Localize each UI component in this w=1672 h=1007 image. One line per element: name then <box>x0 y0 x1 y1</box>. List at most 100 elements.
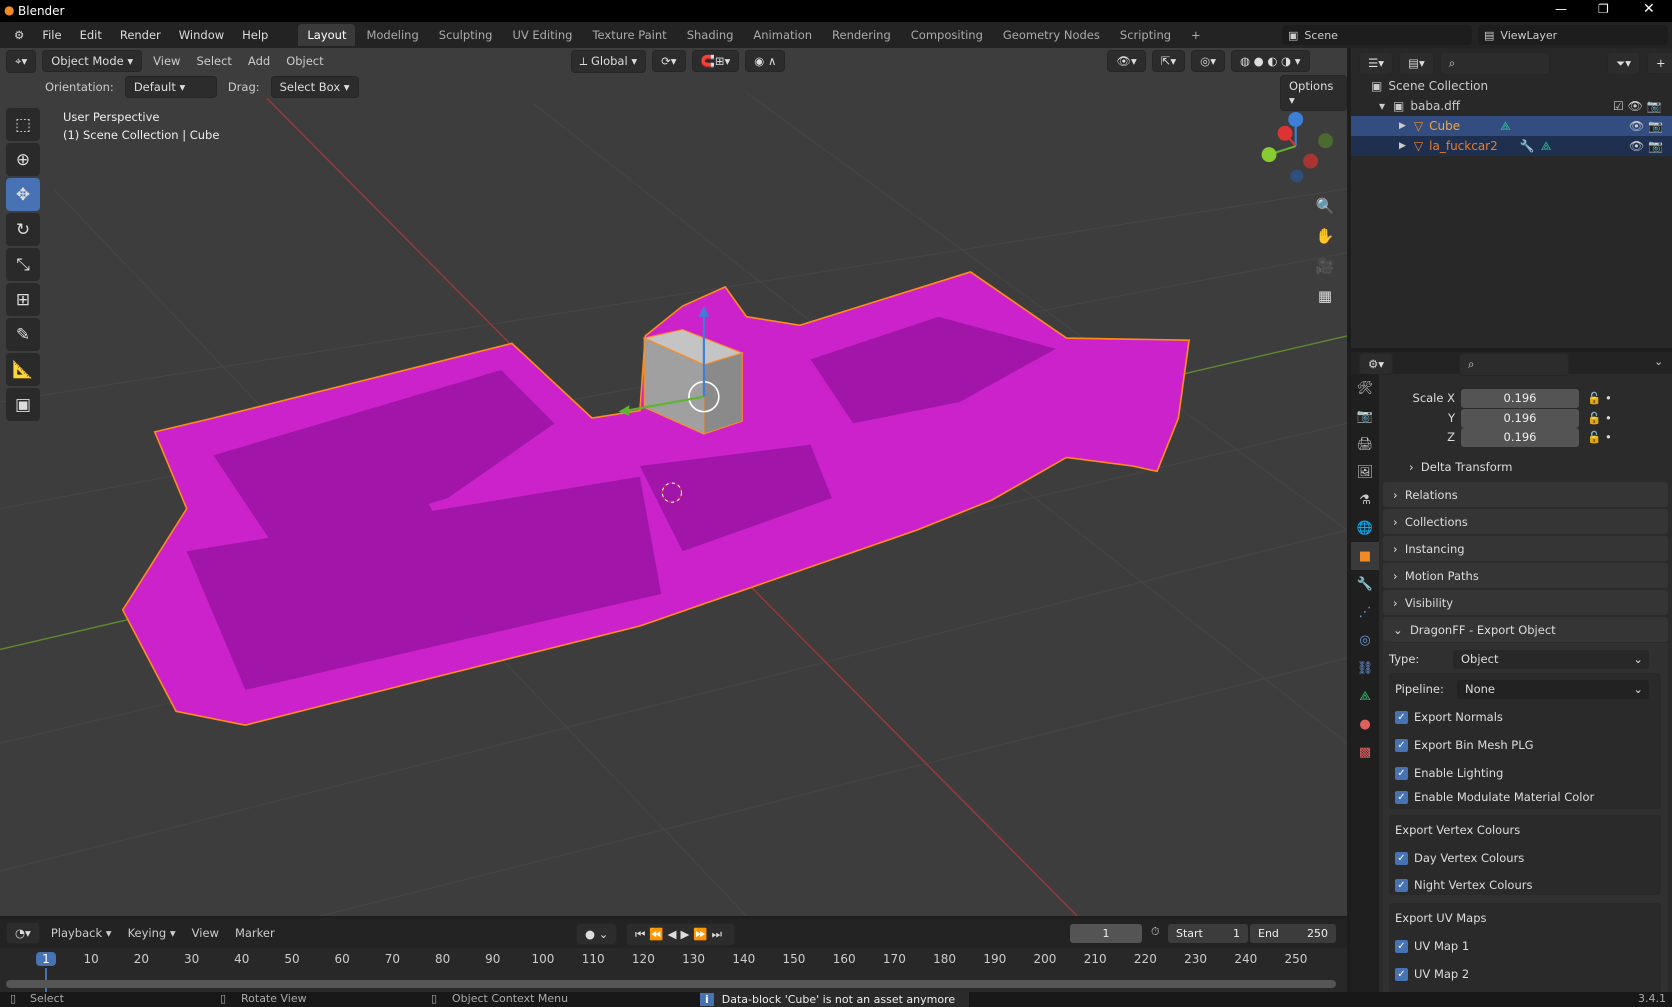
output-tab-icon[interactable]: 🖨 <box>1351 430 1379 458</box>
expand-icon[interactable]: ▶ <box>1399 121 1406 131</box>
tab-scripting[interactable]: Scripting <box>1111 24 1180 46</box>
menu-help[interactable]: Help <box>234 25 276 45</box>
move-tool-icon[interactable]: ✥ <box>6 178 40 211</box>
particles-tab-icon[interactable]: ⋰ <box>1351 598 1379 626</box>
panel-motion-paths[interactable]: › Motion Paths <box>1383 563 1668 588</box>
collection-row[interactable]: ▾ ▣ baba.dff ☑ 👁 📷 <box>1351 96 1672 116</box>
add-workspace-button[interactable]: + <box>1182 24 1210 46</box>
close-button[interactable]: ✕ <box>1643 1 1655 17</box>
drag-selector[interactable]: Select Box ▾ <box>270 76 359 98</box>
tab-geometry-nodes[interactable]: Geometry Nodes <box>994 24 1109 46</box>
cursor-tool-icon[interactable]: ⊕ <box>6 143 40 176</box>
object-tab-icon[interactable]: ■ <box>1351 542 1379 570</box>
material-tab-icon[interactable]: ● <box>1351 710 1379 738</box>
properties-search-input[interactable]: ⌕ <box>1459 353 1569 376</box>
menu-file[interactable]: File <box>34 25 69 45</box>
pan-hand-icon[interactable]: ✋ <box>1312 223 1338 249</box>
tab-sculpting[interactable]: Sculpting <box>430 24 502 46</box>
data-tab-icon[interactable]: ⟁ <box>1351 682 1379 710</box>
menu-render[interactable]: Render <box>112 25 169 45</box>
menu-keying[interactable]: Keying ▾ <box>123 923 181 943</box>
scene-collection-row[interactable]: ▣ Scene Collection <box>1351 76 1672 96</box>
enable-lighting-checkbox[interactable]: ✓ Enable Lighting <box>1395 761 1672 785</box>
auto-keying-button[interactable]: ● ⌄ <box>576 923 618 945</box>
navigation-gizmo[interactable] <box>1261 111 1334 183</box>
transform-orientation-selector[interactable]: ⟂ Global ▾ <box>570 49 647 73</box>
chevron-down-icon[interactable]: ⌄ <box>1654 355 1663 368</box>
current-frame-field[interactable]: 1 <box>1070 924 1142 943</box>
visibility-toggles[interactable]: 👁 📷 <box>1629 139 1663 153</box>
stopwatch-icon[interactable]: ⏱ <box>1151 925 1160 939</box>
panel-collections[interactable]: › Collections <box>1383 509 1668 534</box>
pipeline-selector[interactable]: None ⌄ <box>1457 679 1649 699</box>
status-report[interactable]: i Data-block 'Cube' is not an asset anym… <box>700 992 970 1007</box>
editor-type-button[interactable]: ⚙▾ <box>1359 353 1394 375</box>
expand-icon[interactable]: ▶ <box>1399 141 1406 151</box>
exclude-checkbox[interactable]: ☑ 👁 📷 <box>1613 99 1662 113</box>
panel-visibility[interactable]: › Visibility <box>1383 590 1668 615</box>
new-collection-icon[interactable]: + <box>1647 52 1672 74</box>
texture-tab-icon[interactable]: ▩ <box>1351 738 1379 766</box>
orientation-selector[interactable]: Default ▾ <box>124 76 217 98</box>
outliner-item-car[interactable]: ▶ ▽ la_fuckcar2 🔧 ⟁ 👁 📷 <box>1351 136 1672 156</box>
outliner-item-cube[interactable]: ▶ ▽ Cube ⟁ 👁 📷 <box>1351 116 1672 136</box>
night-vertex-checkbox[interactable]: ✓ Night Vertex Colours <box>1395 873 1672 897</box>
lock-icon[interactable]: 🔓 • <box>1587 391 1612 405</box>
menu-edit[interactable]: Edit <box>72 25 110 45</box>
outliner-filter-type-button[interactable]: ▤▾ <box>1399 52 1434 75</box>
menu-playback[interactable]: Playback ▾ <box>46 923 117 943</box>
outliner-search-input[interactable]: ⌕ <box>1439 52 1550 75</box>
mode-selector[interactable]: Object Mode ▾ <box>42 50 143 72</box>
view-layer-tab-icon[interactable]: 🖼 <box>1351 458 1379 486</box>
scale-x-field[interactable]: 0.196 <box>1461 388 1579 408</box>
modifier-wrench-icon[interactable]: 🔧 <box>1520 139 1535 153</box>
visibility-button[interactable]: 👁▾ <box>1107 50 1146 72</box>
menu-view[interactable]: View <box>187 923 224 943</box>
scene-selector[interactable]: ▣ Scene <box>1282 25 1472 45</box>
tab-rendering[interactable]: Rendering <box>823 24 900 46</box>
menu-select[interactable]: Select <box>191 51 236 71</box>
menu-add[interactable]: Add <box>243 51 275 71</box>
ortho-grid-icon[interactable]: ▦ <box>1312 283 1338 309</box>
mesh-data-icon[interactable]: ⟁ <box>1541 139 1552 154</box>
3d-viewport[interactable]: ⌖▾ Object Mode ▾ View Select Add Object … <box>0 48 1347 916</box>
zoom-icon[interactable]: 🔍 <box>1312 193 1338 219</box>
menu-object[interactable]: Object <box>281 51 328 71</box>
type-selector[interactable]: Object ⌄ <box>1453 649 1649 669</box>
editor-type-button[interactable]: ⌖▾ <box>6 49 37 73</box>
shading-buttons[interactable]: ◍ ● ◐ ◑ ▾ <box>1230 50 1310 72</box>
add-cube-tool-icon[interactable]: ▣ <box>6 388 40 421</box>
tool-tab-icon[interactable]: 🛠 <box>1351 374 1379 402</box>
mesh-data-icon[interactable]: ⟁ <box>1500 119 1511 134</box>
menu-marker[interactable]: Marker <box>230 923 280 943</box>
select-box-tool-icon[interactable]: ⬚ <box>6 108 40 141</box>
export-normals-checkbox[interactable]: ✓ Export Normals <box>1395 705 1672 729</box>
tab-compositing[interactable]: Compositing <box>902 24 992 46</box>
scene-tab-icon[interactable]: ⚗ <box>1351 486 1379 514</box>
visibility-toggles[interactable]: 👁 📷 <box>1629 119 1663 133</box>
panel-instancing[interactable]: › Instancing <box>1383 536 1668 561</box>
timeline-scrollbar[interactable] <box>6 980 1336 988</box>
tab-modeling[interactable]: Modeling <box>357 24 427 46</box>
day-vertex-checkbox[interactable]: ✓ Day Vertex Colours <box>1395 846 1672 870</box>
options-button[interactable]: Options ▾ <box>1280 75 1347 111</box>
transform-tool-icon[interactable]: ⊞ <box>6 283 40 316</box>
end-frame-field[interactable]: End 250 <box>1250 924 1336 943</box>
camera-view-icon[interactable]: 🎥 <box>1312 253 1338 279</box>
menu-view[interactable]: View <box>148 51 185 71</box>
tab-animation[interactable]: Animation <box>744 24 821 46</box>
tab-shading[interactable]: Shading <box>678 24 743 46</box>
lock-icon[interactable]: 🔓 • <box>1587 430 1612 444</box>
editor-type-button[interactable]: ◔▾ <box>6 922 40 944</box>
tab-uv-editing[interactable]: UV Editing <box>503 24 581 46</box>
minimize-button[interactable]: — <box>1555 2 1567 16</box>
panel-dragonff-export[interactable]: ⌄ DragonFF - Export Object <box>1383 617 1668 642</box>
enable-modulate-checkbox[interactable]: ✓ Enable Modulate Material Color <box>1395 785 1672 809</box>
world-tab-icon[interactable]: 🌐 <box>1351 514 1379 542</box>
rotate-tool-icon[interactable]: ↻ <box>6 213 40 246</box>
proportional-edit-button[interactable]: ◉ ∧ <box>745 50 786 72</box>
start-frame-field[interactable]: Start 1 <box>1168 924 1248 943</box>
lock-icon[interactable]: 🔓 • <box>1587 411 1612 425</box>
filter-icon[interactable]: ⏷▾ <box>1607 52 1640 75</box>
measure-tool-icon[interactable]: 📐 <box>6 353 40 386</box>
